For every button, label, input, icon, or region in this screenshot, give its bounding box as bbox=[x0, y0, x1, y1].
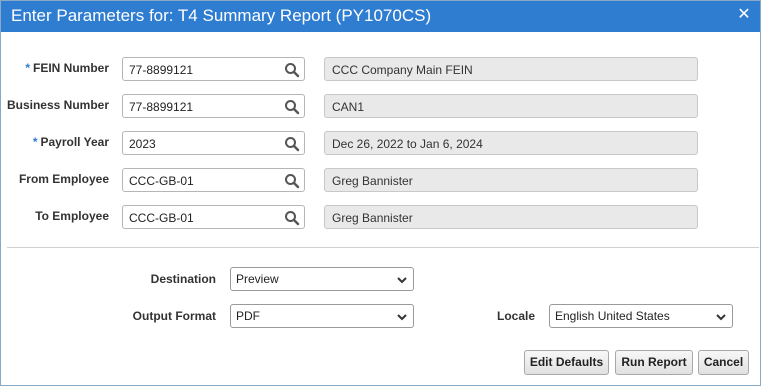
fein-number-description-text: CCC Company Main FEIN bbox=[332, 63, 473, 77]
chevron-down-icon bbox=[397, 314, 407, 321]
business-number-description-text: CAN1 bbox=[332, 100, 365, 114]
payroll-year-input[interactable]: 2023 bbox=[122, 131, 305, 155]
fein-number-input[interactable]: 77-8899121 bbox=[122, 57, 305, 81]
business-number-value: 77-8899121 bbox=[129, 100, 194, 114]
dialog-titlebar: Enter Parameters for: T4 Summary Report … bbox=[1, 1, 760, 32]
destination-value: Preview bbox=[236, 272, 279, 286]
required-marker: * bbox=[32, 135, 38, 149]
required-marker: * bbox=[25, 61, 30, 75]
dialog-title: Enter Parameters for: T4 Summary Report … bbox=[11, 6, 432, 25]
to-employee-value: CCC-GB-01 bbox=[129, 211, 194, 225]
cancel-button[interactable]: Cancel bbox=[698, 350, 749, 375]
payroll-year-label-text: Payroll Year bbox=[40, 135, 110, 149]
run-report-button[interactable]: Run Report bbox=[615, 350, 693, 375]
chevron-down-icon bbox=[397, 277, 407, 284]
fein-number-value: 77-8899121 bbox=[129, 63, 194, 77]
payroll-year-description-text: Dec 26, 2022 to Jan 6, 2024 bbox=[332, 137, 483, 151]
payroll-year-description: Dec 26, 2022 to Jan 6, 2024 bbox=[324, 131, 698, 155]
parameters-dialog: Enter Parameters for: T4 Summary Report … bbox=[0, 0, 761, 386]
business-number-label: Business Number bbox=[6, 98, 109, 112]
from-employee-input[interactable]: CCC-GB-01 bbox=[122, 168, 305, 192]
edit-defaults-button[interactable]: Edit Defaults bbox=[524, 350, 609, 375]
search-icon[interactable] bbox=[284, 136, 300, 152]
fein-number-label-text: FEIN Number bbox=[32, 61, 109, 75]
search-icon[interactable] bbox=[284, 210, 300, 226]
chevron-down-icon bbox=[716, 314, 726, 321]
search-icon[interactable] bbox=[284, 62, 300, 78]
fein-number-description: CCC Company Main FEIN bbox=[324, 57, 698, 81]
to-employee-input[interactable]: CCC-GB-01 bbox=[122, 205, 305, 229]
search-icon[interactable] bbox=[284, 173, 300, 189]
to-employee-description: Greg Bannister bbox=[324, 205, 698, 229]
close-icon[interactable]: ✕ bbox=[736, 7, 752, 23]
output-format-value: PDF bbox=[236, 309, 260, 323]
from-employee-label: From Employee bbox=[18, 172, 109, 186]
locale-value: English United States bbox=[555, 309, 670, 323]
fein-number-label: * FEIN Number bbox=[1, 61, 109, 75]
from-employee-description: Greg Bannister bbox=[324, 168, 698, 192]
from-employee-value: CCC-GB-01 bbox=[129, 174, 194, 188]
locale-select[interactable]: English United States bbox=[549, 304, 733, 328]
business-number-description: CAN1 bbox=[324, 94, 698, 118]
to-employee-description-text: Greg Bannister bbox=[332, 211, 413, 225]
destination-select[interactable]: Preview bbox=[230, 267, 414, 291]
business-number-input[interactable]: 77-8899121 bbox=[122, 94, 305, 118]
search-icon[interactable] bbox=[284, 99, 300, 115]
output-format-select[interactable]: PDF bbox=[230, 304, 414, 328]
output-format-label: Output Format bbox=[132, 309, 216, 323]
locale-label: Locale bbox=[496, 309, 535, 323]
section-divider bbox=[7, 247, 759, 248]
payroll-year-value: 2023 bbox=[129, 137, 156, 151]
from-employee-description-text: Greg Bannister bbox=[332, 174, 413, 188]
payroll-year-label: * Payroll Year bbox=[1, 135, 109, 149]
to-employee-label: To Employee bbox=[35, 209, 109, 223]
destination-label: Destination bbox=[150, 272, 216, 286]
